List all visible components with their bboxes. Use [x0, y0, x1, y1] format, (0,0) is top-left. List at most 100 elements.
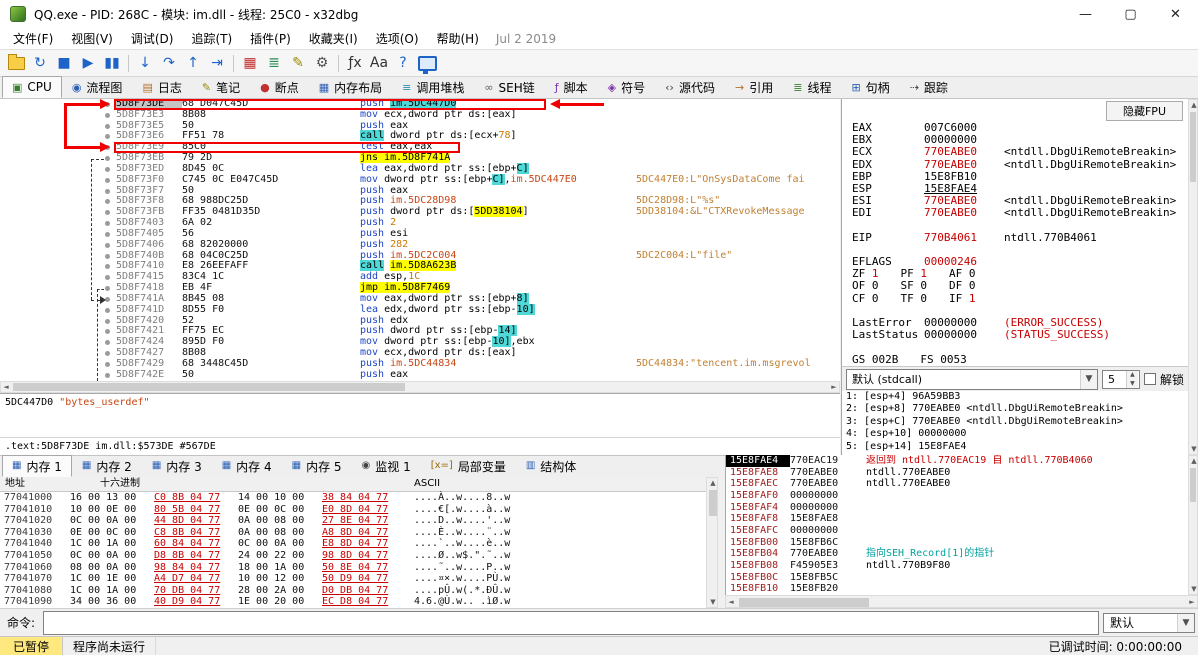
stack-row[interactable]: 15E8FAF0 00000000 [726, 490, 1188, 502]
menu-item[interactable]: 文件(F) [4, 30, 62, 47]
stop-icon[interactable]: ■ [52, 52, 76, 74]
dump-row[interactable]: 77041050 0C 00 0A 00 D8 8B 04 77 24 00 22 0… [0, 550, 706, 562]
disasm-horizontal-scrollbar[interactable]: ◄ ► [0, 381, 840, 393]
register-row[interactable]: EIP 770B4061 ntdll.770B4061 [842, 231, 1188, 244]
register-row[interactable]: EFLAGS 00000246 [842, 255, 1188, 268]
dump-row[interactable]: 77041060 08 00 0A 00 98 84 04 77 18 00 1A 0… [0, 562, 706, 574]
tab-跟踪[interactable]: ⇢ 跟踪 [900, 76, 958, 98]
breakpoint-dot-icon[interactable] [105, 134, 110, 140]
unlock-checkbox[interactable]: 解锁 [1143, 371, 1184, 388]
open-file-icon[interactable] [4, 52, 28, 74]
window-icon[interactable] [415, 52, 439, 74]
tab-引用[interactable]: → 引用 [725, 76, 783, 98]
stack-row[interactable]: 15E8FAFC 00000000 [726, 525, 1188, 537]
threads-icon[interactable]: ≣ [262, 52, 286, 74]
stack-row[interactable]: 15E8FAEC 770EABE0 ntdll.770EABE0 [726, 478, 1188, 490]
patches-icon[interactable]: ▦ [238, 52, 262, 74]
dump-vertical-scrollbar[interactable]: ▲ ▼ [706, 477, 718, 608]
register-row[interactable]: OF 0 SF 0 DF 0 [842, 280, 1188, 292]
tab-句柄[interactable]: ⊞ 句柄 [841, 76, 899, 98]
register-row[interactable]: ZF 1 PF 1 AF 0 [842, 268, 1188, 280]
register-row[interactable]: LastStatus 00000000 (STATUS_SUCCESS) [842, 328, 1188, 341]
tab-内存 3[interactable]: ▦ 内存 3 [142, 455, 212, 477]
breakpoint-dot-icon[interactable] [105, 340, 110, 346]
register-row[interactable] [842, 244, 1188, 256]
menu-item[interactable]: 选项(O) [367, 30, 428, 47]
close-button[interactable]: ✕ [1153, 0, 1198, 28]
maximize-button[interactable]: ▢ [1108, 0, 1153, 28]
stack-vertical-scrollbar[interactable]: ▲ ▼ [1188, 455, 1198, 595]
argument-row[interactable]: 1: [esp+4] 96A59BB3 [842, 391, 1188, 403]
step-over-icon[interactable]: ↷ [157, 52, 181, 74]
step-out-icon[interactable]: ↑ [181, 52, 205, 74]
register-row[interactable]: EBP 15E8FB10 [842, 170, 1188, 183]
dump-row[interactable]: 77041040 1C 00 1A 00 60 84 04 77 0C 00 0A 0… [0, 538, 706, 550]
stack-row[interactable]: 15E8FAE8 770EABE0 ntdll.770EABE0 [726, 467, 1188, 479]
checkbox-icon[interactable] [1143, 373, 1156, 385]
dump-row[interactable]: 77041070 1C 00 1E 00 A4 D7 04 77 10 00 12 0… [0, 573, 706, 585]
breakpoint-dot-icon[interactable] [105, 210, 110, 216]
tab-内存 4[interactable]: ▦ 内存 4 [212, 455, 282, 477]
breakpoint-dot-icon[interactable] [105, 264, 110, 270]
menu-item[interactable]: 插件(P) [241, 30, 300, 47]
menu-item[interactable]: 帮助(H) [428, 30, 488, 47]
menu-item[interactable]: 调试(D) [122, 30, 183, 47]
breakpoint-dot-icon[interactable] [105, 166, 110, 172]
tab-内存 1[interactable]: ▦ 内存 1 [2, 455, 72, 477]
tab-SEH链[interactable]: ∞ SEH链 [474, 76, 544, 98]
breakpoint-dot-icon[interactable] [105, 242, 110, 248]
dump-row[interactable]: 77041010 10 00 0E 00 80 5B 04 77 0E 00 0C 0… [0, 504, 706, 516]
tab-流程图[interactable]: ◉ 流程图 [62, 76, 133, 98]
disasm-row[interactable]: 5D8F741D 8D55 F0 lea edx,dword ptr ss:[ebp… [0, 303, 840, 316]
notes-icon[interactable]: ✎ [286, 52, 310, 74]
font-icon[interactable]: Aa [367, 52, 391, 74]
tab-线程[interactable]: ≣ 线程 [783, 76, 841, 98]
argument-row[interactable]: 4: [esp+10] 00000000 [842, 428, 1188, 440]
step-into-icon[interactable]: ↓ [133, 52, 157, 74]
breakpoint-dot-icon[interactable] [105, 253, 110, 259]
tab-内存布局[interactable]: ▦ 内存布局 [309, 76, 392, 98]
command-input[interactable] [43, 610, 1099, 635]
breakpoint-dot-icon[interactable] [105, 286, 110, 292]
run-to-cursor-icon[interactable]: ⇥ [205, 52, 229, 74]
run-icon[interactable]: ▶ [76, 52, 100, 74]
registers-vertical-scrollbar[interactable]: ▲ ▼ [1188, 99, 1198, 455]
dump-row[interactable]: 77041020 0C 00 0A 00 44 8D 04 77 0A 00 08 0… [0, 515, 706, 527]
register-row[interactable] [842, 220, 1188, 232]
breakpoint-dot-icon[interactable] [105, 123, 110, 129]
tab-源代码[interactable]: ‹› 源代码 [655, 76, 725, 98]
stack-row[interactable]: 15E8FAF8 15E8FAE8 [726, 513, 1188, 525]
stack-row[interactable]: 15E8FB10 15E8FB20 [726, 583, 1188, 595]
dump-row[interactable]: 77041090 34 00 36 00 40 D9 04 77 1E 00 20 0… [0, 596, 706, 608]
register-row[interactable]: ECX 770EABE0 <ntdll.DbgUiRemoteBreakin> [842, 146, 1188, 158]
breakpoint-dot-icon[interactable] [105, 199, 110, 205]
register-row[interactable]: CF 0 TF 0 IF 1 [842, 292, 1188, 305]
stack-horizontal-scrollbar[interactable]: ◄ ► [725, 595, 1198, 608]
memory-dump-pane[interactable]: 地址 十六进制 ASCII 77041000 16 00 13 00 C0 8B 0… [0, 477, 706, 608]
breakpoint-dot-icon[interactable] [105, 318, 110, 324]
breakpoint-dot-icon[interactable] [105, 112, 110, 118]
argument-count-stepper[interactable]: 5 ▲ ▼ [1101, 369, 1140, 389]
breakpoint-dot-icon[interactable] [105, 329, 110, 335]
tab-监视 1[interactable]: ◉ 监视 1 [352, 455, 421, 477]
breakpoint-dot-icon[interactable] [105, 221, 110, 227]
breakpoint-dot-icon[interactable] [105, 351, 110, 357]
fx-icon[interactable]: ƒx [343, 52, 367, 74]
argument-row[interactable]: 3: [esp+C] 770EABE0 <ntdll.DbgUiRemoteBr… [842, 416, 1188, 428]
tab-局部变量[interactable]: [x=] 局部变量 [421, 455, 516, 477]
calling-convention-select[interactable]: 默认 (stdcall) ▼ [846, 368, 1098, 390]
breakpoint-dot-icon[interactable] [105, 177, 110, 183]
register-row[interactable]: EDI 770EABE0 <ntdll.DbgUiRemoteBreakin> [842, 207, 1188, 219]
breakpoint-dot-icon[interactable] [105, 372, 110, 378]
restart-icon[interactable]: ↻ [28, 52, 52, 74]
menu-item[interactable]: 收藏夹(I) [300, 30, 367, 47]
tab-内存 2[interactable]: ▦ 内存 2 [72, 455, 142, 477]
tab-脚本[interactable]: ƒ 脚本 [545, 76, 598, 98]
breakpoint-dot-icon[interactable] [105, 231, 110, 237]
stack-row[interactable]: 15E8FB04 770EABE0 指向SEH_Record[1]的指针 [726, 548, 1188, 560]
tab-CPU[interactable]: ▣ CPU [2, 76, 62, 98]
tab-内存 5[interactable]: ▦ 内存 5 [282, 455, 352, 477]
breakpoint-dot-icon[interactable] [105, 188, 110, 194]
tab-结构体[interactable]: ▥ 结构体 [516, 455, 586, 477]
stack-row[interactable]: 15E8FB00 15E8FB6C [726, 537, 1188, 549]
